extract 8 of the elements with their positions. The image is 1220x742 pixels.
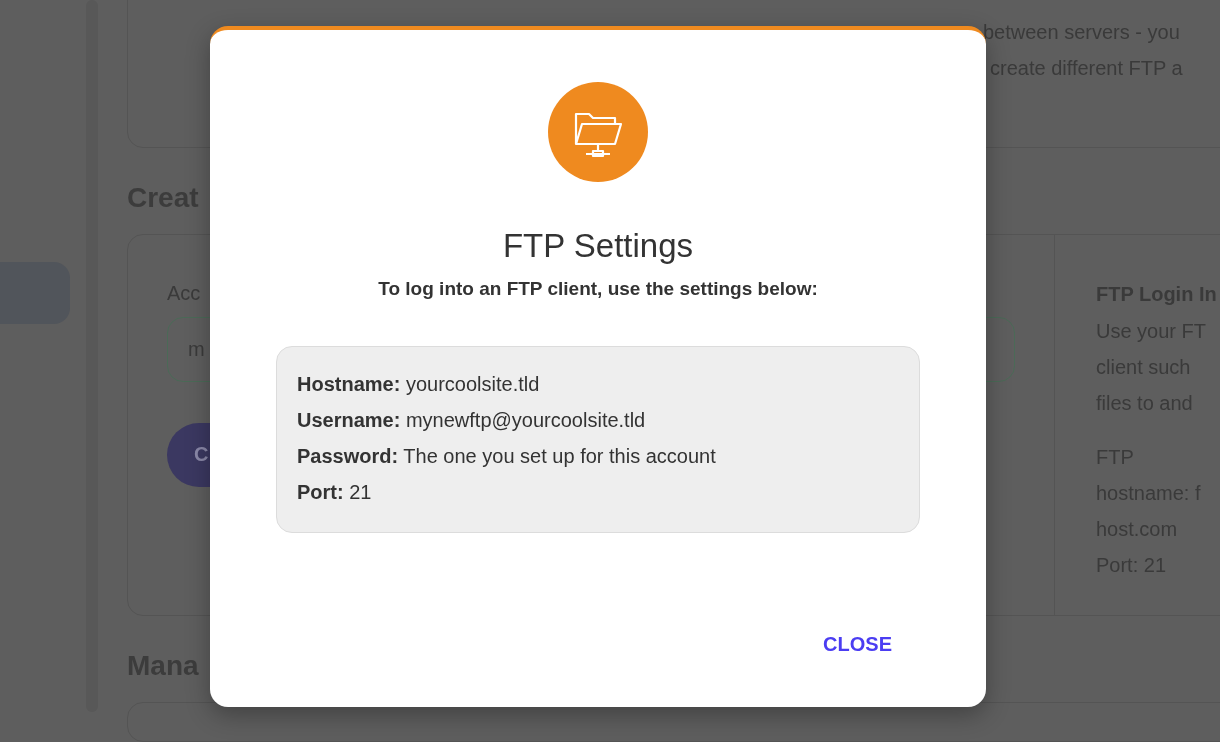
setting-text: Username: mynewftp@yourcoolsite.tld [297,408,647,433]
setting-text: Hostname: yourcoolsite.tld [297,372,541,397]
network-folder-icon [548,82,648,182]
setting-text: Password: The one you set up for this account [297,444,717,469]
dialog-title: FTP Settings [502,226,694,266]
setting-text: Port: 21 [297,480,373,505]
dialog-subtitle: To log into an FTP client, use the settings below: [378,277,818,301]
close-button[interactable]: CLOSE [821,629,894,660]
